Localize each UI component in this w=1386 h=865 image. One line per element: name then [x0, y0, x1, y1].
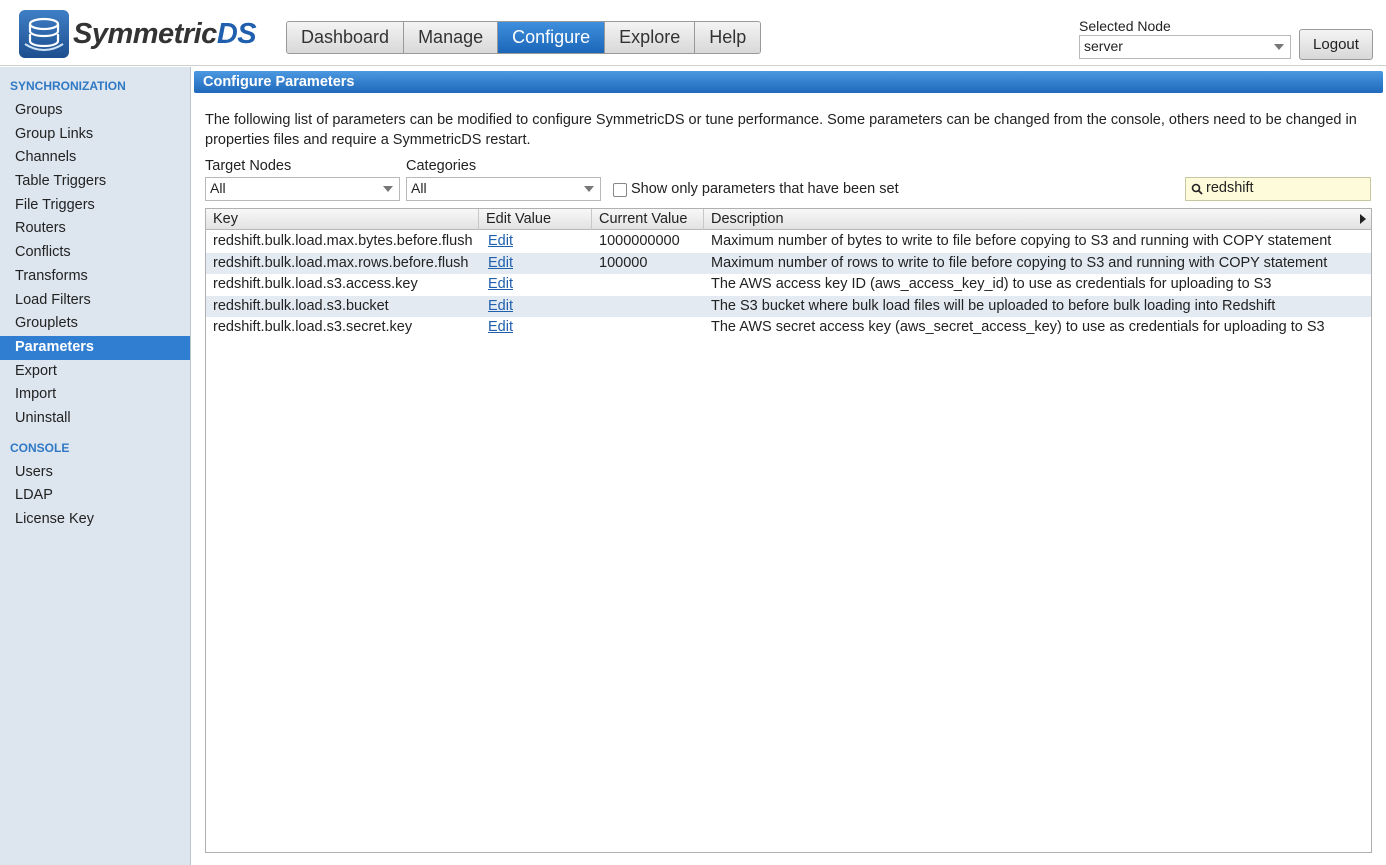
- database-logo-icon: [19, 10, 69, 58]
- search-input[interactable]: redshift: [1185, 177, 1371, 201]
- row-current-value: [592, 317, 704, 339]
- intro-text: The following list of parameters can be …: [205, 112, 1357, 148]
- app-logo[interactable]: SymmetricDS: [19, 10, 257, 58]
- categories-value: All: [411, 180, 427, 196]
- sidebar: SYNCHRONIZATION Groups Group Links Chann…: [0, 67, 191, 865]
- row-key: redshift.bulk.load.max.bytes.before.flus…: [213, 233, 473, 249]
- edit-link[interactable]: Edit: [479, 231, 592, 253]
- sidebar-section-synchronization: SYNCHRONIZATION: [10, 79, 126, 93]
- row-description: Maximum number of bytes to write to file…: [711, 233, 1332, 249]
- row-current-value: [592, 296, 704, 318]
- column-header-current-value[interactable]: Current Value: [592, 209, 704, 230]
- panel-title: Configure Parameters: [194, 71, 1383, 93]
- sidebar-item-table-triggers[interactable]: Table Triggers: [0, 170, 190, 194]
- show-set-label: Show only parameters that have been set: [631, 181, 899, 197]
- categories-select[interactable]: All: [406, 177, 601, 201]
- chevron-down-icon: [1274, 44, 1284, 50]
- parameters-grid: Key Edit Value Current Value Description…: [205, 208, 1372, 853]
- table-row[interactable]: redshift.bulk.load.s3.secret.key Edit Th…: [206, 317, 1371, 339]
- sidebar-item-transforms[interactable]: Transforms: [0, 265, 190, 289]
- row-current-value: 100000: [599, 254, 648, 271]
- sidebar-item-uninstall[interactable]: Uninstall: [0, 407, 190, 431]
- sidebar-item-license-key[interactable]: License Key: [0, 508, 190, 532]
- chevron-down-icon: [584, 186, 594, 192]
- selected-node-label: Selected Node: [1079, 18, 1171, 34]
- sidebar-item-conflicts[interactable]: Conflicts: [0, 241, 190, 265]
- edit-link[interactable]: Edit: [479, 274, 592, 296]
- row-description: The AWS access key ID (aws_access_key_id…: [711, 276, 1272, 292]
- column-menu-icon[interactable]: [1360, 214, 1366, 224]
- tab-dashboard[interactable]: Dashboard: [287, 22, 405, 53]
- sidebar-item-groups[interactable]: Groups: [0, 99, 190, 123]
- sidebar-item-export[interactable]: Export: [0, 360, 190, 384]
- categories-label: Categories: [406, 158, 477, 174]
- sidebar-item-ldap[interactable]: LDAP: [0, 484, 190, 508]
- tab-explore[interactable]: Explore: [605, 22, 696, 53]
- tab-configure[interactable]: Configure: [498, 22, 606, 53]
- row-current-value: [592, 274, 704, 296]
- sidebar-item-grouplets[interactable]: Grouplets: [0, 312, 190, 336]
- table-row[interactable]: redshift.bulk.load.s3.access.key Edit Th…: [206, 274, 1371, 296]
- table-row[interactable]: redshift.bulk.load.max.bytes.before.flus…: [206, 231, 1371, 253]
- target-nodes-value: All: [210, 180, 226, 196]
- row-key: redshift.bulk.load.s3.bucket: [213, 297, 389, 314]
- row-key: redshift.bulk.load.s3.secret.key: [213, 319, 413, 335]
- column-header-description[interactable]: Description: [704, 209, 1371, 230]
- table-row[interactable]: redshift.bulk.load.max.rows.before.flush…: [206, 252, 1371, 275]
- row-description: The S3 bucket where bulk load files will…: [711, 297, 1276, 314]
- tab-help[interactable]: Help: [695, 22, 761, 53]
- target-nodes-select[interactable]: All: [205, 177, 400, 201]
- sidebar-item-users[interactable]: Users: [0, 461, 190, 485]
- grid-header: Key Edit Value Current Value Description: [206, 209, 1371, 230]
- logout-button[interactable]: Logout: [1299, 29, 1373, 60]
- row-key: redshift.bulk.load.max.rows.before.flush: [213, 254, 469, 271]
- table-row[interactable]: redshift.bulk.load.s3.bucket Edit The S3…: [206, 295, 1371, 318]
- row-current-value: 1000000000: [599, 233, 680, 249]
- main-nav: Dashboard Manage Configure Explore Help: [286, 21, 762, 54]
- search-icon: [1191, 183, 1203, 195]
- sidebar-item-group-links[interactable]: Group Links: [0, 123, 190, 147]
- selected-node-value: server: [1084, 38, 1123, 54]
- edit-link[interactable]: Edit: [479, 296, 592, 318]
- edit-link[interactable]: Edit: [479, 317, 592, 339]
- tab-manage[interactable]: Manage: [404, 22, 499, 53]
- sidebar-item-import[interactable]: Import: [0, 383, 190, 407]
- sidebar-item-channels[interactable]: Channels: [0, 146, 190, 170]
- sidebar-item-parameters[interactable]: Parameters: [0, 335, 190, 360]
- row-description: Maximum number of rows to write to file …: [711, 254, 1328, 271]
- column-header-key[interactable]: Key: [206, 209, 479, 230]
- row-description: The AWS secret access key (aws_secret_ac…: [711, 319, 1325, 335]
- search-value: redshift: [1206, 180, 1254, 196]
- row-key: redshift.bulk.load.s3.access.key: [213, 276, 418, 292]
- column-header-edit-value[interactable]: Edit Value: [479, 209, 592, 230]
- target-nodes-label: Target Nodes: [205, 158, 292, 174]
- edit-link[interactable]: Edit: [479, 253, 592, 275]
- sidebar-item-routers[interactable]: Routers: [0, 217, 190, 241]
- sidebar-item-file-triggers[interactable]: File Triggers: [0, 194, 190, 218]
- chevron-down-icon: [383, 186, 393, 192]
- sidebar-item-load-filters[interactable]: Load Filters: [0, 289, 190, 313]
- logo-text: SymmetricDS: [73, 17, 257, 50]
- show-set-checkbox[interactable]: [613, 183, 627, 197]
- selected-node-select[interactable]: server: [1079, 35, 1291, 59]
- sidebar-section-console: CONSOLE: [10, 440, 70, 455]
- app-header: SymmetricDS Dashboard Manage Configure E…: [0, 0, 1386, 66]
